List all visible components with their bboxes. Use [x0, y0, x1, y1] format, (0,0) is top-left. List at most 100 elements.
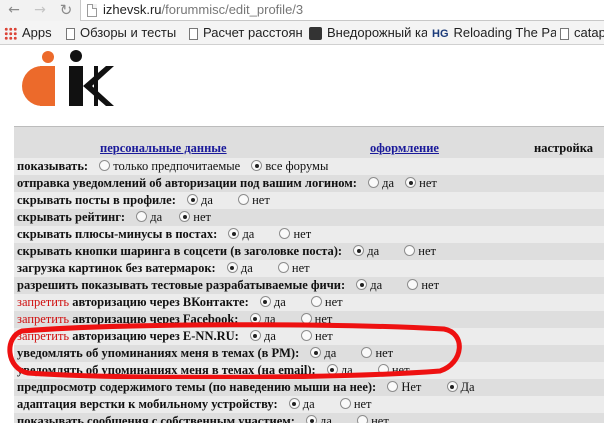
option-no[interactable]: нет	[405, 175, 437, 192]
option-label: Да	[460, 380, 475, 394]
option-no[interactable]: Нет	[387, 379, 421, 396]
option-label: Нет	[401, 380, 422, 394]
radio-icon[interactable]	[407, 279, 419, 290]
option-label: нет	[421, 278, 440, 292]
radio-icon[interactable]	[279, 228, 291, 239]
bookmark-offroad[interactable]: Внедорожный ка	[309, 23, 427, 43]
bookmark-distance[interactable]: Расчет расстоян	[189, 23, 304, 43]
option-no[interactable]: нет	[279, 226, 311, 243]
radio-icon[interactable]	[249, 313, 261, 324]
radio-icon[interactable]	[226, 262, 238, 273]
radio-icon[interactable]	[387, 381, 399, 392]
offroad-icon	[309, 27, 322, 41]
radio-icon[interactable]	[249, 330, 261, 341]
setting-label: отправка уведомлений об авторизации под …	[17, 176, 357, 190]
radio-icon[interactable]	[326, 364, 338, 375]
radio-icon[interactable]	[99, 160, 111, 171]
radio-icon[interactable]	[446, 381, 458, 392]
option-no[interactable]: нет	[407, 277, 439, 294]
option-label: да	[263, 329, 276, 343]
option-no[interactable]: нет	[357, 413, 389, 423]
tab-design[interactable]: оформление	[370, 141, 439, 156]
radio-icon[interactable]	[353, 245, 365, 256]
option-no[interactable]: нет	[361, 345, 393, 362]
setting-row-own-posts: показывать сообщения с собственным участ…	[14, 413, 604, 423]
reload-icon[interactable]: ↻	[58, 2, 74, 18]
option-yes[interactable]: да	[259, 294, 286, 311]
option-yes[interactable]: да	[226, 260, 253, 277]
option-yes[interactable]: Да	[446, 379, 475, 396]
radio-icon[interactable]	[357, 415, 369, 423]
setting-row-test-features: разрешить показывать тестовые разрабатыв…	[14, 277, 604, 294]
radio-icon[interactable]	[405, 177, 417, 188]
bookmark-apps[interactable]: Apps	[4, 23, 64, 43]
option-no[interactable]: нет	[238, 192, 270, 209]
radio-icon[interactable]	[368, 177, 380, 188]
option-yes[interactable]: да	[136, 209, 162, 226]
browser-toolbar: ← → ↻ izhevsk.ru/forummisc/edit_profile/…	[0, 0, 604, 21]
bookmark-label: Apps	[22, 25, 52, 40]
option-yes[interactable]: да	[368, 175, 394, 192]
option-yes[interactable]: да	[187, 192, 213, 209]
hg-icon: HG	[432, 27, 449, 40]
option-no[interactable]: нет	[404, 243, 436, 260]
back-arrow-icon[interactable]: ←	[6, 2, 22, 18]
radio-icon[interactable]	[339, 398, 351, 409]
radio-icon[interactable]	[301, 330, 312, 341]
option-preferred[interactable]: только предпочитаемые	[99, 158, 240, 175]
bookmark-reviews[interactable]: Обзоры и тесты	[66, 23, 184, 43]
radio-icon[interactable]	[288, 398, 300, 409]
address-bar[interactable]: izhevsk.ru/forummisc/edit_profile/3	[80, 0, 604, 21]
site-logo[interactable]	[10, 48, 120, 120]
setting-row-auth-enn: запретить авторизацию через E-NN.RU: да …	[14, 328, 604, 345]
radio-icon[interactable]	[404, 245, 416, 256]
option-label: нет	[315, 329, 333, 343]
warn-label: запретить	[17, 295, 73, 309]
radio-icon[interactable]	[277, 262, 289, 273]
bookmark-reloading[interactable]: HG Reloading The Pa	[432, 23, 556, 43]
option-no[interactable]: нет	[339, 396, 372, 413]
option-no[interactable]: нет	[377, 362, 410, 379]
radio-icon[interactable]	[238, 194, 250, 205]
radio-icon[interactable]	[361, 347, 373, 358]
bookmark-catap[interactable]: catap	[560, 23, 604, 43]
option-no[interactable]: нет	[277, 260, 310, 277]
radio-icon[interactable]	[310, 347, 322, 358]
option-no[interactable]: нет	[179, 209, 211, 226]
option-yes[interactable]: да	[249, 311, 276, 328]
tab-settings[interactable]: настройка	[534, 141, 593, 156]
option-label: нет	[291, 261, 310, 275]
radio-icon[interactable]	[259, 296, 271, 307]
option-yes[interactable]: да	[249, 328, 276, 345]
radio-icon[interactable]	[310, 296, 322, 307]
option-yes[interactable]: да	[306, 413, 332, 423]
option-yes[interactable]: да	[353, 243, 379, 260]
radio-icon[interactable]	[136, 211, 148, 222]
option-all-forums[interactable]: все форумы	[251, 158, 328, 175]
option-no[interactable]: нет	[301, 328, 333, 345]
radio-icon[interactable]	[228, 228, 240, 239]
setting-label: авторизацию через E-NN.RU:	[72, 329, 239, 343]
setting-label: уведомлять об упоминаниях меня в темах (…	[17, 346, 300, 360]
option-label: все форумы	[265, 159, 329, 173]
option-label: да	[370, 278, 383, 292]
option-yes[interactable]: да	[356, 277, 382, 294]
radio-icon[interactable]	[179, 211, 191, 222]
option-yes[interactable]: да	[326, 362, 353, 379]
radio-icon[interactable]	[187, 194, 199, 205]
radio-icon[interactable]	[306, 415, 318, 423]
tab-personal-data[interactable]: персональные данные	[100, 141, 227, 156]
radio-icon[interactable]	[251, 160, 263, 171]
option-no[interactable]: нет	[300, 311, 332, 328]
bookmark-label: Внедорожный ка	[327, 25, 427, 40]
option-yes[interactable]: да	[310, 345, 336, 362]
option-yes[interactable]: да	[288, 396, 315, 413]
forward-arrow-icon[interactable]: →	[32, 2, 48, 18]
option-no[interactable]: нет	[310, 294, 343, 311]
radio-icon[interactable]	[377, 364, 389, 375]
radio-icon[interactable]	[356, 279, 368, 290]
setting-row-mentions-pm: уведомлять об упоминаниях меня в темах (…	[14, 345, 604, 362]
setting-label: скрывать плюсы-минусы в постах:	[17, 227, 218, 241]
radio-icon[interactable]	[300, 313, 312, 324]
option-yes[interactable]: да	[228, 226, 254, 243]
